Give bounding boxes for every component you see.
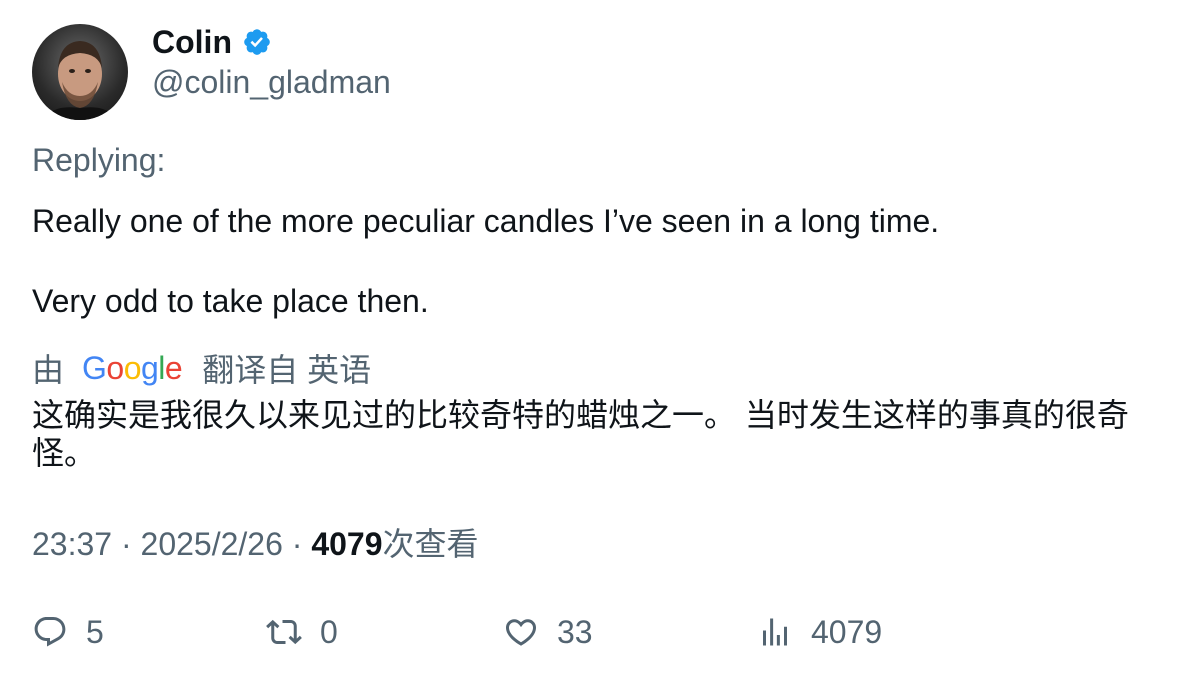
views-count: 4079 <box>311 526 383 562</box>
author-name[interactable]: Colin <box>152 22 232 62</box>
like-count: 33 <box>557 613 593 650</box>
verified-badge-icon <box>242 27 272 57</box>
author-name-row: Colin <box>152 22 272 62</box>
action-bar: 5 0 33 4079 <box>0 610 1196 654</box>
translation-by-label: 由 <box>32 352 65 388</box>
reply-button[interactable]: 5 <box>32 610 104 654</box>
google-logo[interactable]: Google <box>82 350 183 387</box>
meta-separator: · <box>112 526 141 562</box>
retweet-icon <box>266 614 302 650</box>
tweet-time[interactable]: 23:37 <box>32 526 112 562</box>
translated-from-label: 翻译自 英语 <box>202 352 372 388</box>
tweet-date[interactable]: 2025/2/26 <box>141 526 283 562</box>
tweet-meta: 23:37 · 2025/2/26 · 4079次查看 <box>32 524 479 564</box>
views-button[interactable]: 4079 <box>757 610 882 654</box>
like-button[interactable]: 33 <box>503 610 593 654</box>
reply-count: 5 <box>86 613 104 650</box>
replying-label: Replying: <box>32 142 166 178</box>
meta-separator: · <box>282 526 312 562</box>
translated-text: 这确实是我很久以来见过的比较奇特的蜡烛之一。 当时发生这样的事真的很奇怪。 <box>32 397 1129 471</box>
heart-icon <box>503 614 539 650</box>
views-label: 次查看 <box>382 526 479 562</box>
reply-icon <box>32 614 68 650</box>
avatar[interactable] <box>32 24 128 120</box>
author-handle[interactable]: @colin_gladman <box>152 62 391 102</box>
tweet-text-line-2: Very odd to take place then. <box>32 283 429 319</box>
tweet-text-line-1: Really one of the more peculiar candles … <box>32 203 940 239</box>
retweet-count: 0 <box>320 613 338 650</box>
views-action-count: 4079 <box>811 613 883 650</box>
avatar-image <box>44 41 116 120</box>
analytics-icon <box>757 614 793 650</box>
retweet-button[interactable]: 0 <box>266 610 338 654</box>
translation-attribution: 由 Google 翻译自 英语 <box>32 347 371 389</box>
